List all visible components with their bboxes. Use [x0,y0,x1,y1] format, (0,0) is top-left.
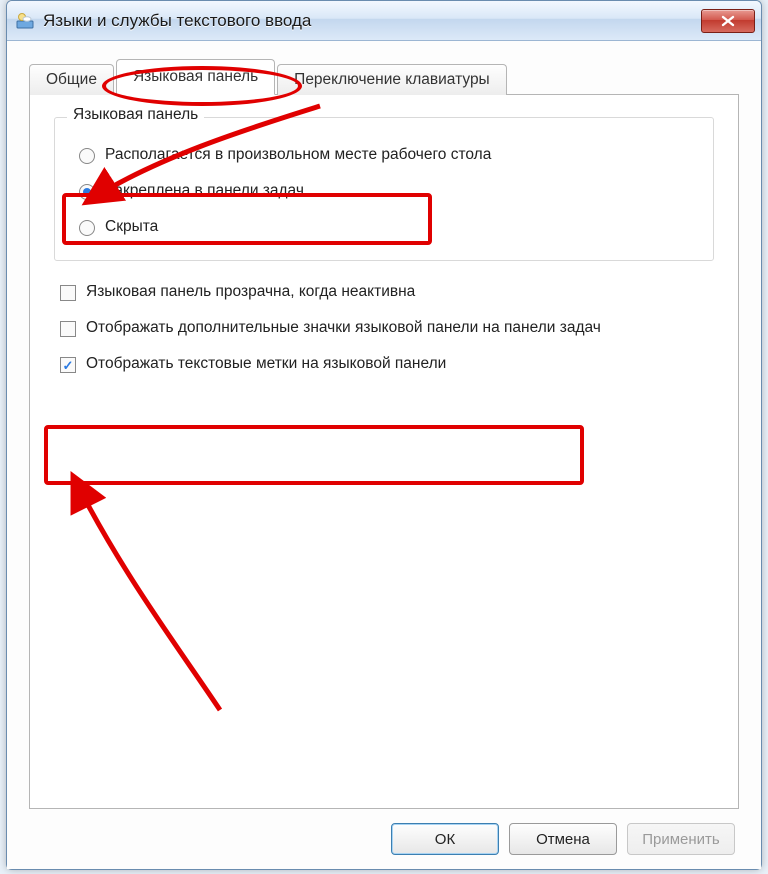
fieldset-legend: Языковая панель [67,106,204,124]
dialog-buttons: ОК Отмена Применить [29,809,739,855]
check-transparent-row[interactable]: Языковая панель прозрачна, когда неактив… [60,283,714,301]
radio-float-row[interactable]: Располагается в произвольном месте рабоч… [79,146,695,164]
button-label: Отмена [536,831,590,848]
check-text-labels-row[interactable]: Отображать текстовые метки на языковой п… [60,355,714,373]
tab-label: Общие [46,71,97,88]
language-bar-fieldset: Языковая панель Располагается в произвол… [54,117,714,261]
titlebar: Языки и службы текстового ввода [7,1,761,41]
tab-hotkeys[interactable]: Переключение клавиатуры [277,64,507,95]
radio-label: Располагается в произвольном месте рабоч… [105,146,491,164]
tab-label: Языковая панель [133,68,258,85]
tab-language-bar[interactable]: Языковая панель [116,59,275,95]
radio-dock-row[interactable]: Закреплена в панели задач [79,182,695,200]
checkbox-label: Отображать дополнительные значки языково… [86,319,601,337]
radio-label: Скрыта [105,218,158,236]
button-label: ОК [435,831,455,848]
radio-icon [79,148,95,164]
checkbox-icon [60,285,76,301]
button-label: Применить [642,831,720,848]
cancel-button[interactable]: Отмена [509,823,617,855]
radio-icon [79,184,95,200]
checkbox-icon [60,357,76,373]
ok-button[interactable]: ОК [391,823,499,855]
tab-panel: Языковая панель Располагается в произвол… [29,94,739,809]
check-extra-icons-row[interactable]: Отображать дополнительные значки языково… [60,319,714,337]
window-title: Языки и службы текстового ввода [43,11,701,31]
checkbox-icon [60,321,76,337]
dialog-window: Языки и службы текстового ввода Общие Яз… [6,0,762,870]
tab-general[interactable]: Общие [29,64,114,95]
checkbox-label: Языковая панель прозрачна, когда неактив… [86,283,415,301]
radio-hidden-row[interactable]: Скрыта [79,218,695,236]
close-icon [721,15,735,27]
radio-icon [79,220,95,236]
checkbox-label: Отображать текстовые метки на языковой п… [86,355,446,373]
radio-label: Закреплена в панели задач [105,182,304,200]
close-button[interactable] [701,9,755,33]
tab-strip: Общие Языковая панель Переключение клави… [29,59,739,95]
tab-label: Переключение клавиатуры [294,71,490,88]
app-icon [15,11,35,31]
apply-button: Применить [627,823,735,855]
dialog-body: Общие Языковая панель Переключение клави… [7,41,761,869]
